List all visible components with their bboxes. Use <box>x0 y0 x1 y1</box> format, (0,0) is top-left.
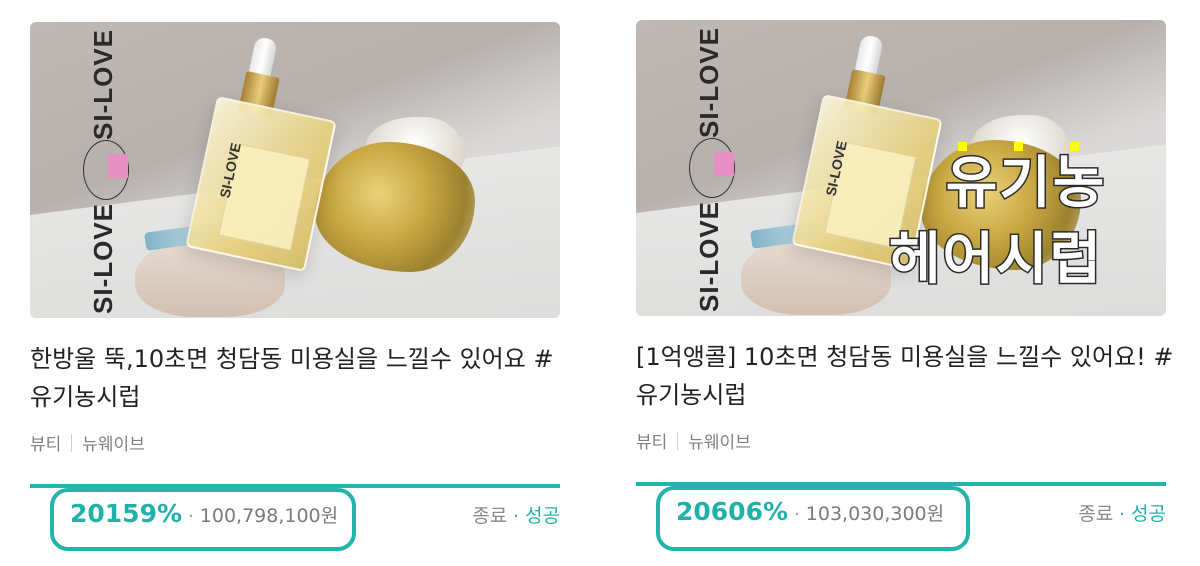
project-thumbnail[interactable]: SI-LOVE SI-LOVE SI-LOVE 유기농 헤어시럽 <box>636 20 1166 316</box>
separator-dot: · <box>188 506 194 527</box>
meta-divider <box>677 431 679 450</box>
funding-percent: 20606% <box>676 497 789 526</box>
meta-divider <box>71 433 73 452</box>
maker-label[interactable]: 뉴웨이브 <box>688 428 751 453</box>
project-thumbnail[interactable]: SI-LOVE SI-LOVE SI-LOVE <box>30 22 560 318</box>
project-meta: 뷰티 뉴웨이브 <box>636 428 1166 453</box>
category-label[interactable]: 뷰티 <box>636 428 667 453</box>
category-label[interactable]: 뷰티 <box>30 430 61 455</box>
overlay-text-line2: 헤어시럽 <box>887 226 1104 293</box>
overlay-text-line1: 유기농 <box>944 150 1107 217</box>
project-card[interactable]: SI-LOVE SI-LOVE SI-LOVE 한방울 뚝,10초면 청담동 미… <box>30 22 560 551</box>
separator-dot: · <box>513 506 520 527</box>
funding-stats: 20159% · 100,798,100원 종료 · 성공 <box>30 488 560 551</box>
separator-dot: · <box>1119 504 1126 525</box>
project-title[interactable]: 한방울 뚝,10초면 청담동 미용실을 느낄수 있어요 #유기농시럽 <box>30 340 570 416</box>
maker-label[interactable]: 뉴웨이브 <box>82 430 145 455</box>
funding-stats: 20606% · 103,030,300원 종료 · 성공 <box>636 486 1166 551</box>
status-result: 성공 <box>525 505 560 527</box>
project-title[interactable]: [1억앵콜] 10초면 청담동 미용실을 느낄수 있어요! #유기농시럽 <box>636 338 1176 414</box>
status-ended: 종료 <box>472 505 508 527</box>
funding-amount: 100,798,100원 <box>199 505 339 527</box>
status-ended: 종료 <box>1078 503 1114 525</box>
separator-dot: · <box>794 504 800 525</box>
status-result: 성공 <box>1131 503 1166 525</box>
project-meta: 뷰티 뉴웨이브 <box>30 430 560 455</box>
project-card[interactable]: SI-LOVE SI-LOVE SI-LOVE 유기농 헤어시럽 [1억앵콜] … <box>636 20 1173 551</box>
funding-amount: 103,030,300원 <box>805 503 945 525</box>
funding-percent: 20159% <box>70 499 183 528</box>
